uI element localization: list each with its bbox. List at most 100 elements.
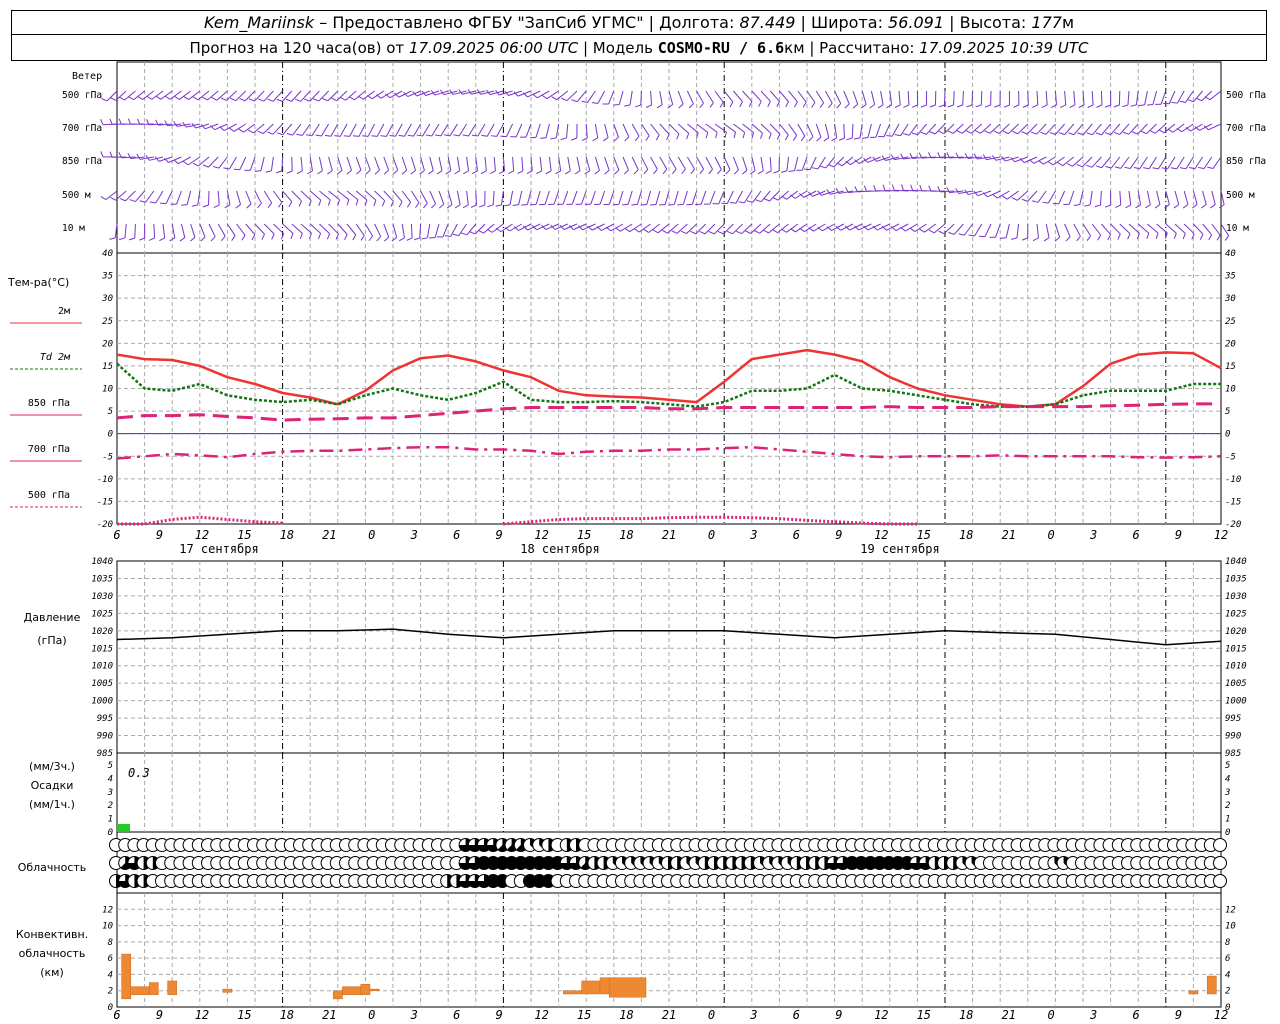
temp-ytick-right: 20	[1225, 339, 1236, 349]
wind-barb-feather	[705, 132, 709, 139]
wind-barb	[1047, 190, 1056, 204]
wind-barb	[594, 156, 600, 171]
wind-barb-feather	[656, 104, 663, 109]
wind-barb-feather	[164, 95, 171, 100]
wind-barb-feather	[191, 204, 198, 207]
wind-barb	[691, 190, 698, 205]
wind-barb-feather	[772, 196, 779, 201]
wind-barb-feather	[765, 170, 772, 174]
precip-ytick-left: 0	[108, 828, 113, 838]
wind-barb-feather	[920, 104, 927, 108]
wind-barb-feather	[745, 230, 751, 234]
wind-barb-feather	[100, 196, 107, 201]
wind-barb	[176, 190, 182, 205]
wind-barb	[133, 90, 145, 101]
wind-level-label-right: 850 гПа	[1226, 156, 1266, 167]
wind-barb-feather	[719, 102, 724, 108]
wind-barb	[576, 156, 581, 171]
wind-barb-feather	[285, 98, 292, 102]
pressure-ytick-right: 985	[1225, 749, 1241, 759]
wind-barb-feather	[1077, 132, 1084, 136]
wind-barb-feather	[882, 184, 886, 191]
wind-barb-feather	[343, 135, 350, 137]
wind-barb	[705, 90, 714, 103]
wind-barb-feather	[246, 203, 252, 209]
wind-barb-feather	[690, 230, 696, 235]
wind-barb	[339, 123, 348, 137]
temp-ytick-left: 0	[108, 430, 113, 440]
wind-barb	[733, 123, 745, 133]
wind-barb-feather	[852, 103, 859, 109]
wind-barb	[515, 123, 523, 138]
wind-barb-feather	[406, 201, 411, 208]
temp-ytick-right: 30	[1224, 294, 1236, 304]
wind-barb-feather	[109, 118, 113, 125]
temp-ytick-right: 0	[1225, 430, 1230, 440]
wind-barb-feather	[968, 234, 975, 237]
wind-barb-feather	[517, 170, 524, 175]
wind-barb-feather	[746, 200, 753, 203]
wind-barb-feather	[109, 151, 113, 158]
convective-cloud-bar	[148, 982, 159, 996]
precip-unit-bottom: (мм/1ч.)	[29, 798, 75, 811]
wind-barb	[779, 123, 789, 136]
wind-barb-feather	[800, 135, 806, 142]
wind-barb-feather	[792, 135, 798, 141]
wind-barb	[760, 90, 771, 102]
wind-barb-feather	[1002, 130, 1009, 135]
wind-barb-feather	[1138, 104, 1145, 107]
wind-barb	[337, 156, 343, 171]
wind-barb-feather	[1218, 204, 1225, 209]
pressure-ytick-right: 1015	[1225, 644, 1247, 654]
wind-barb	[1110, 223, 1121, 235]
wind-barb-feather	[1188, 167, 1196, 170]
wind-barb-feather	[508, 170, 514, 175]
wind-barb	[686, 90, 694, 104]
wind-barb-feather	[992, 193, 998, 199]
wind-barb	[535, 123, 541, 138]
wind-barb-feather	[966, 104, 973, 108]
wind-barb-feather	[827, 102, 833, 109]
wind-barb-feather	[313, 98, 320, 102]
wind-barb	[318, 156, 323, 171]
wind-barb	[677, 123, 690, 134]
temp-ytick-left: 5	[108, 407, 113, 417]
wind-barb-feather	[947, 104, 954, 108]
time-tick-label-bottom: 18	[619, 1008, 633, 1022]
wind-barb	[1091, 90, 1094, 106]
wind-barb-feather	[231, 235, 236, 241]
pressure-ytick-right: 1000	[1225, 697, 1247, 707]
time-tick-label-bottom: 9	[1175, 1008, 1182, 1022]
wind-barb	[723, 123, 736, 133]
wind-barb	[1127, 90, 1130, 105]
wind-barb-feather	[1011, 237, 1018, 240]
wind-barb-feather	[257, 130, 264, 135]
wind-barb-feather	[358, 95, 364, 100]
wind-barb-feather	[772, 229, 778, 234]
wind-barb	[162, 223, 166, 238]
wind-barb-feather	[739, 101, 743, 108]
wind-barb	[155, 190, 164, 204]
conv-ytick-left: 10	[102, 922, 113, 932]
wind-barb-feather	[1179, 100, 1186, 103]
time-tick-label-bottom: 0	[708, 1008, 715, 1022]
wind-barb-feather	[836, 103, 842, 109]
wind-barb	[199, 223, 206, 238]
wind-barb-feather	[1176, 127, 1183, 133]
wind-barb-feather	[591, 102, 599, 104]
wind-barb	[282, 190, 293, 202]
wind-barb-feather	[254, 170, 261, 172]
wind-barb	[321, 123, 330, 137]
wind-barb-feather	[863, 185, 868, 192]
wind-barb-feather	[174, 95, 180, 100]
wind-barb-feather	[571, 137, 578, 141]
temp-ytick-left: 35	[101, 272, 113, 282]
wind-barb-feather	[230, 97, 236, 102]
wind-barb	[484, 156, 487, 171]
wind-barb	[668, 156, 677, 170]
wind-barb-feather	[213, 204, 220, 208]
wind-barb-feather	[767, 101, 771, 107]
wind-barb-feather	[1196, 97, 1202, 102]
wind-barb	[608, 90, 615, 105]
wind-barb-feather	[1133, 166, 1140, 170]
